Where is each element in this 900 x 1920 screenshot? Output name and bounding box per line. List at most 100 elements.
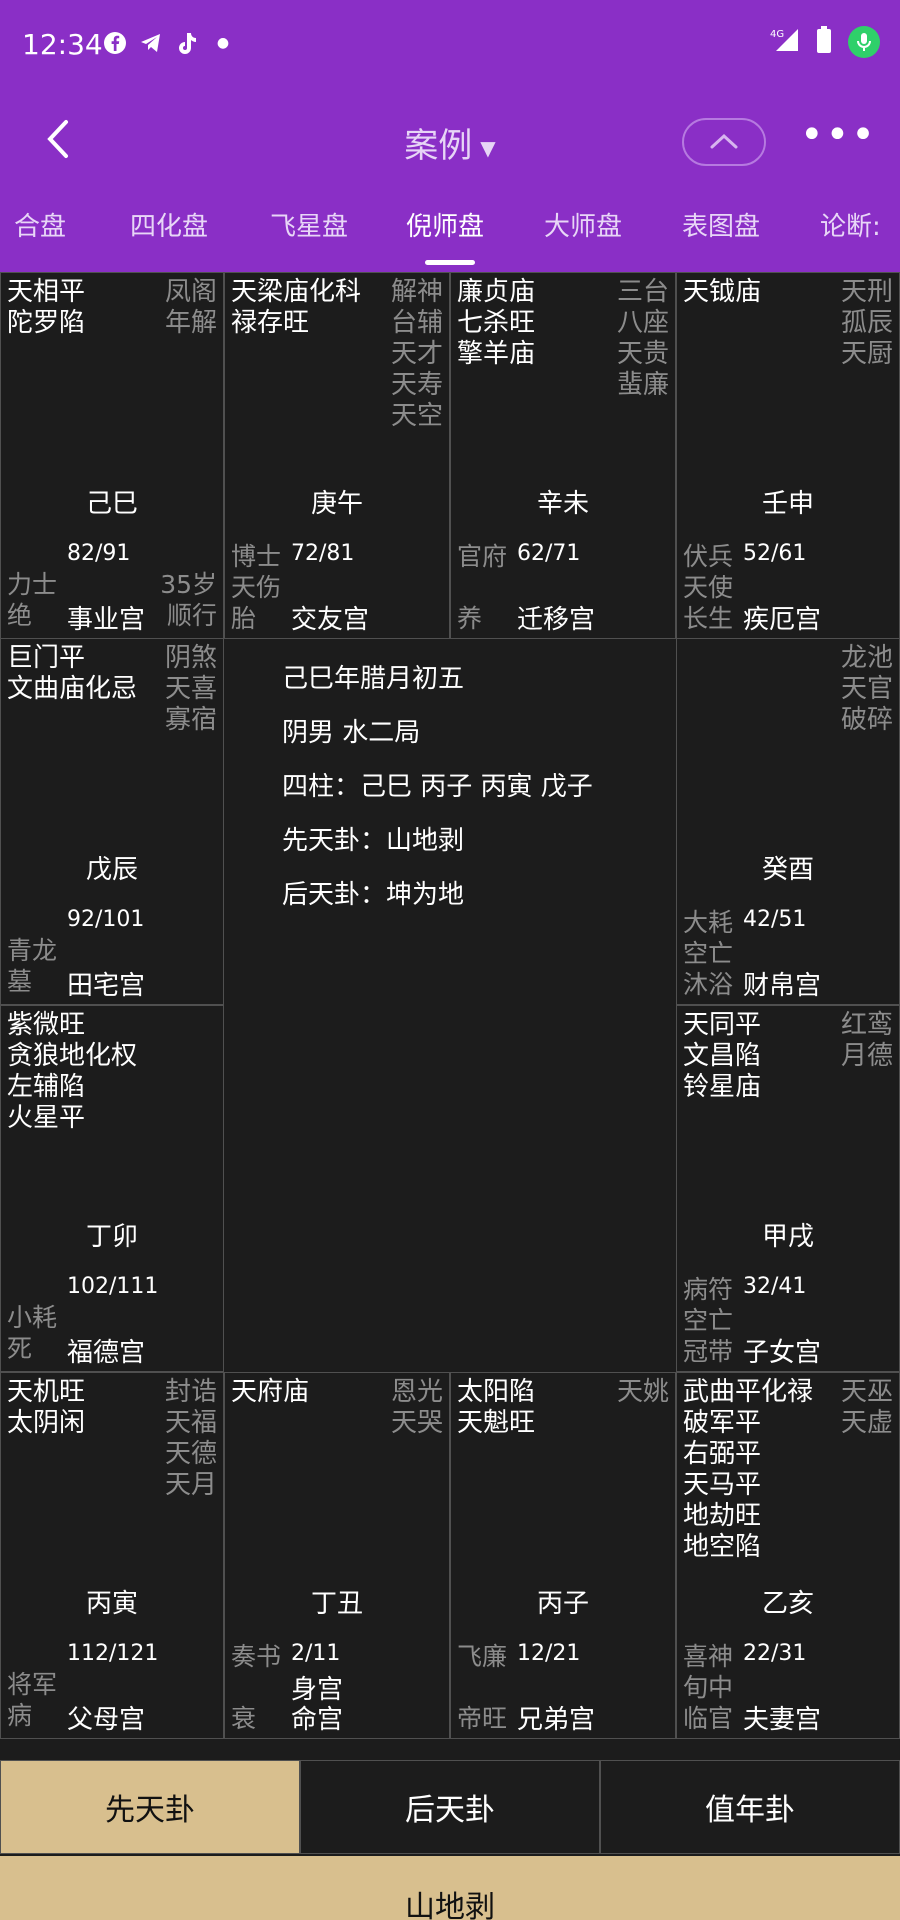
palace-deities: 大耗 空亡 沐浴 — [683, 908, 734, 1000]
palace-cell[interactable]: 廉贞庙 七杀旺 擎羊庙 三台 八座 天贵 蜚廉 辛未 62/71 官府 养迁移宫 — [450, 272, 676, 639]
minor-stars: 天巫 天虚 — [841, 1377, 893, 1439]
minor-stars: 恩光 天哭 — [391, 1377, 443, 1439]
minor-star: 天贵 — [616, 339, 669, 369]
palace-cell[interactable]: 天梁庙化科 禄存旺 解神 台辅 天才 天寿 天空 庚午 72/81 博士 天伤胎交友宫 — [224, 272, 450, 639]
minor-star: 空亡 — [683, 939, 734, 968]
palace-ganzhi: 丁丑 — [310, 1589, 363, 1619]
minor-star: 天厨 — [840, 339, 893, 369]
tab-dashi[interactable]: 大师盘 — [544, 206, 622, 243]
minor-star: 年解 — [164, 308, 217, 338]
palace-cell[interactable]: 天府庙 恩光 天哭 丁丑 2/11 奏书 衰身宫 命宫 — [224, 1372, 450, 1739]
deity: 伏兵 — [683, 542, 734, 571]
main-stars: 天梁庙化科 禄存旺 — [231, 277, 361, 339]
palace-name: 田宅宫 — [67, 971, 146, 1001]
tab-lunduan[interactable]: 论断: — [820, 206, 881, 243]
palace-cell[interactable]: 天机旺 太阴闲 封诰 天福 天德 天月 丙寅 112/121 将军病父母宫 — [0, 1372, 224, 1739]
status-time: 12:34 — [22, 28, 103, 61]
minor-stars: 天刑 孤辰 天厨 — [841, 277, 893, 370]
more-icon[interactable]: ••• — [800, 112, 877, 158]
tab-zhinian[interactable]: 值年卦 — [600, 1760, 900, 1854]
palace-cell[interactable]: 天相平 陀罗陷 凤阁 年解 己巳 82/91 力士绝 35岁 顺行 事业宫 — [0, 272, 224, 639]
age-flow: 35岁 顺行 — [160, 569, 217, 631]
minor-star: 蜚廉 — [616, 370, 669, 400]
main-star: 廉贞庙 — [457, 277, 536, 307]
minor-star: 天伤 — [231, 573, 282, 602]
main-star: 天钺庙 — [683, 277, 762, 307]
palace-name: 子女宫 — [743, 1338, 822, 1368]
page-title: 案例 — [404, 126, 473, 166]
minor-star: 天寿 — [390, 370, 443, 400]
life-stage: 绝 — [7, 601, 33, 630]
palace-name: 财帛宫 — [743, 971, 822, 1001]
decade-range: 82/91 — [67, 541, 131, 566]
current-age: 35岁 — [160, 570, 217, 599]
deity: 博士 — [231, 542, 282, 571]
main-star: 文曲庙化忌 — [7, 674, 138, 704]
minor-stars: 三台 八座 天贵 蜚廉 — [617, 277, 669, 401]
tab-hepan[interactable]: 合盘 — [14, 206, 66, 243]
life-stage: 临官 — [683, 1704, 734, 1733]
palace-cell[interactable]: 巨门平 文曲庙化忌 阴煞 天喜 寡宿 戊辰 92/101 青龙墓田宅宫 — [0, 638, 224, 1005]
palace-cell[interactable]: 紫微旺 贪狼地化权 左辅陷 火星平 丁卯 102/111 小耗死福德宫 — [0, 1005, 224, 1372]
palace-cell[interactable]: 武曲平化禄 破军平 右弼平 天马平 地劫旺 地空陷 天巫 天虚 乙亥 22/31 喜神 旬中 临官 夫妻宫 — [676, 1372, 900, 1739]
minor-star: 天使 — [683, 573, 734, 602]
palace-cell[interactable]: 天同平 文昌陷 铃星庙 红鸾 月德 甲戌 32/41 病符 空亡 冠带 子女宫 — [676, 1005, 900, 1372]
palace-ganzhi: 丁卯 — [85, 1222, 138, 1252]
palace-cell[interactable]: 天钺庙 天刑 孤辰 天厨 壬申 52/61 伏兵 天使 长生 疾厄宫 — [676, 272, 900, 639]
palace-deities: 力士绝 — [7, 569, 57, 631]
decade-range: 2/11 — [291, 1641, 341, 1666]
main-stars: 天相平 陀罗陷 — [7, 277, 85, 339]
minor-star: 三台 — [616, 277, 669, 307]
collapse-button[interactable] — [682, 118, 766, 166]
palace-ganzhi: 丙子 — [536, 1589, 589, 1619]
life-stage: 死 — [7, 1334, 33, 1363]
main-star: 天梁庙化科 — [231, 277, 362, 307]
main-star: 天同平 — [683, 1010, 762, 1040]
palace-name: 疾厄宫 — [743, 605, 822, 635]
life-stage: 衰 — [231, 1704, 257, 1733]
palace-ganzhi: 辛未 — [536, 489, 589, 519]
minor-star: 阴煞 — [164, 643, 217, 673]
main-star: 太阴闲 — [7, 1408, 86, 1438]
palace-deities: 奏书 衰 — [231, 1642, 281, 1734]
tab-biaotu[interactable]: 表图盘 — [682, 206, 760, 243]
deity: 大耗 — [683, 908, 734, 937]
tab-houtian[interactable]: 后天卦 — [300, 1760, 600, 1854]
minor-star: 旬中 — [683, 1673, 734, 1702]
deity: 官府 — [457, 542, 508, 571]
palace-cell[interactable]: 太阳陷 天魁旺 天姚 丙子 12/21 飞廉 帝旺 兄弟宫 — [450, 1372, 676, 1739]
minor-star: 天德 — [164, 1439, 217, 1469]
minor-star: 破碎 — [840, 705, 893, 735]
tab-nishi[interactable]: 倪师盘 — [406, 206, 484, 243]
tab-xiantian[interactable]: 先天卦 — [0, 1760, 300, 1854]
minor-star: 天官 — [840, 674, 893, 704]
main-star: 破军平 — [683, 1408, 762, 1438]
active-tab-indicator — [425, 260, 475, 265]
minor-star: 天空 — [390, 401, 443, 431]
deity: 飞廉 — [457, 1642, 508, 1671]
minor-star: 解神 — [390, 277, 443, 307]
svg-text:4G: 4G — [770, 29, 784, 40]
decade-range: 92/101 — [67, 907, 145, 932]
minor-star: 天刑 — [840, 277, 893, 307]
app-bar: 案例 ▼ ••• — [0, 92, 900, 188]
hexagram-result: 山地剥 — [0, 1856, 900, 1920]
palace-cell[interactable]: 龙池 天官 破碎 癸酉 42/51 大耗 空亡 沐浴 财帛宫 — [676, 638, 900, 1005]
palace-deities: 伏兵 天使 长生 — [683, 542, 734, 634]
chart-tabs: 合盘 四化盘 飞星盘 倪师盘 大师盘 表图盘 论断: — [0, 188, 900, 272]
decade-range: 22/31 — [743, 1641, 807, 1666]
palace-deities: 博士 天伤胎 — [231, 542, 282, 634]
decade-range: 52/61 — [743, 541, 807, 566]
palace-deities: 青龙墓 — [7, 935, 57, 997]
life-stage: 养 — [457, 604, 483, 633]
minor-star: 台辅 — [390, 308, 443, 338]
main-stars: 巨门平 文曲庙化忌 — [7, 643, 137, 705]
main-stars: 武曲平化禄 破军平 右弼平 天马平 地劫旺 地空陷 — [683, 1377, 813, 1563]
main-star: 太阳陷 — [457, 1377, 536, 1407]
tab-feixing[interactable]: 飞星盘 — [270, 206, 348, 243]
tiktok-icon — [174, 30, 200, 56]
tab-sihua[interactable]: 四化盘 — [130, 206, 208, 243]
life-stage: 长生 — [683, 604, 734, 633]
main-stars: 廉贞庙 七杀旺 擎羊庙 — [457, 277, 535, 370]
